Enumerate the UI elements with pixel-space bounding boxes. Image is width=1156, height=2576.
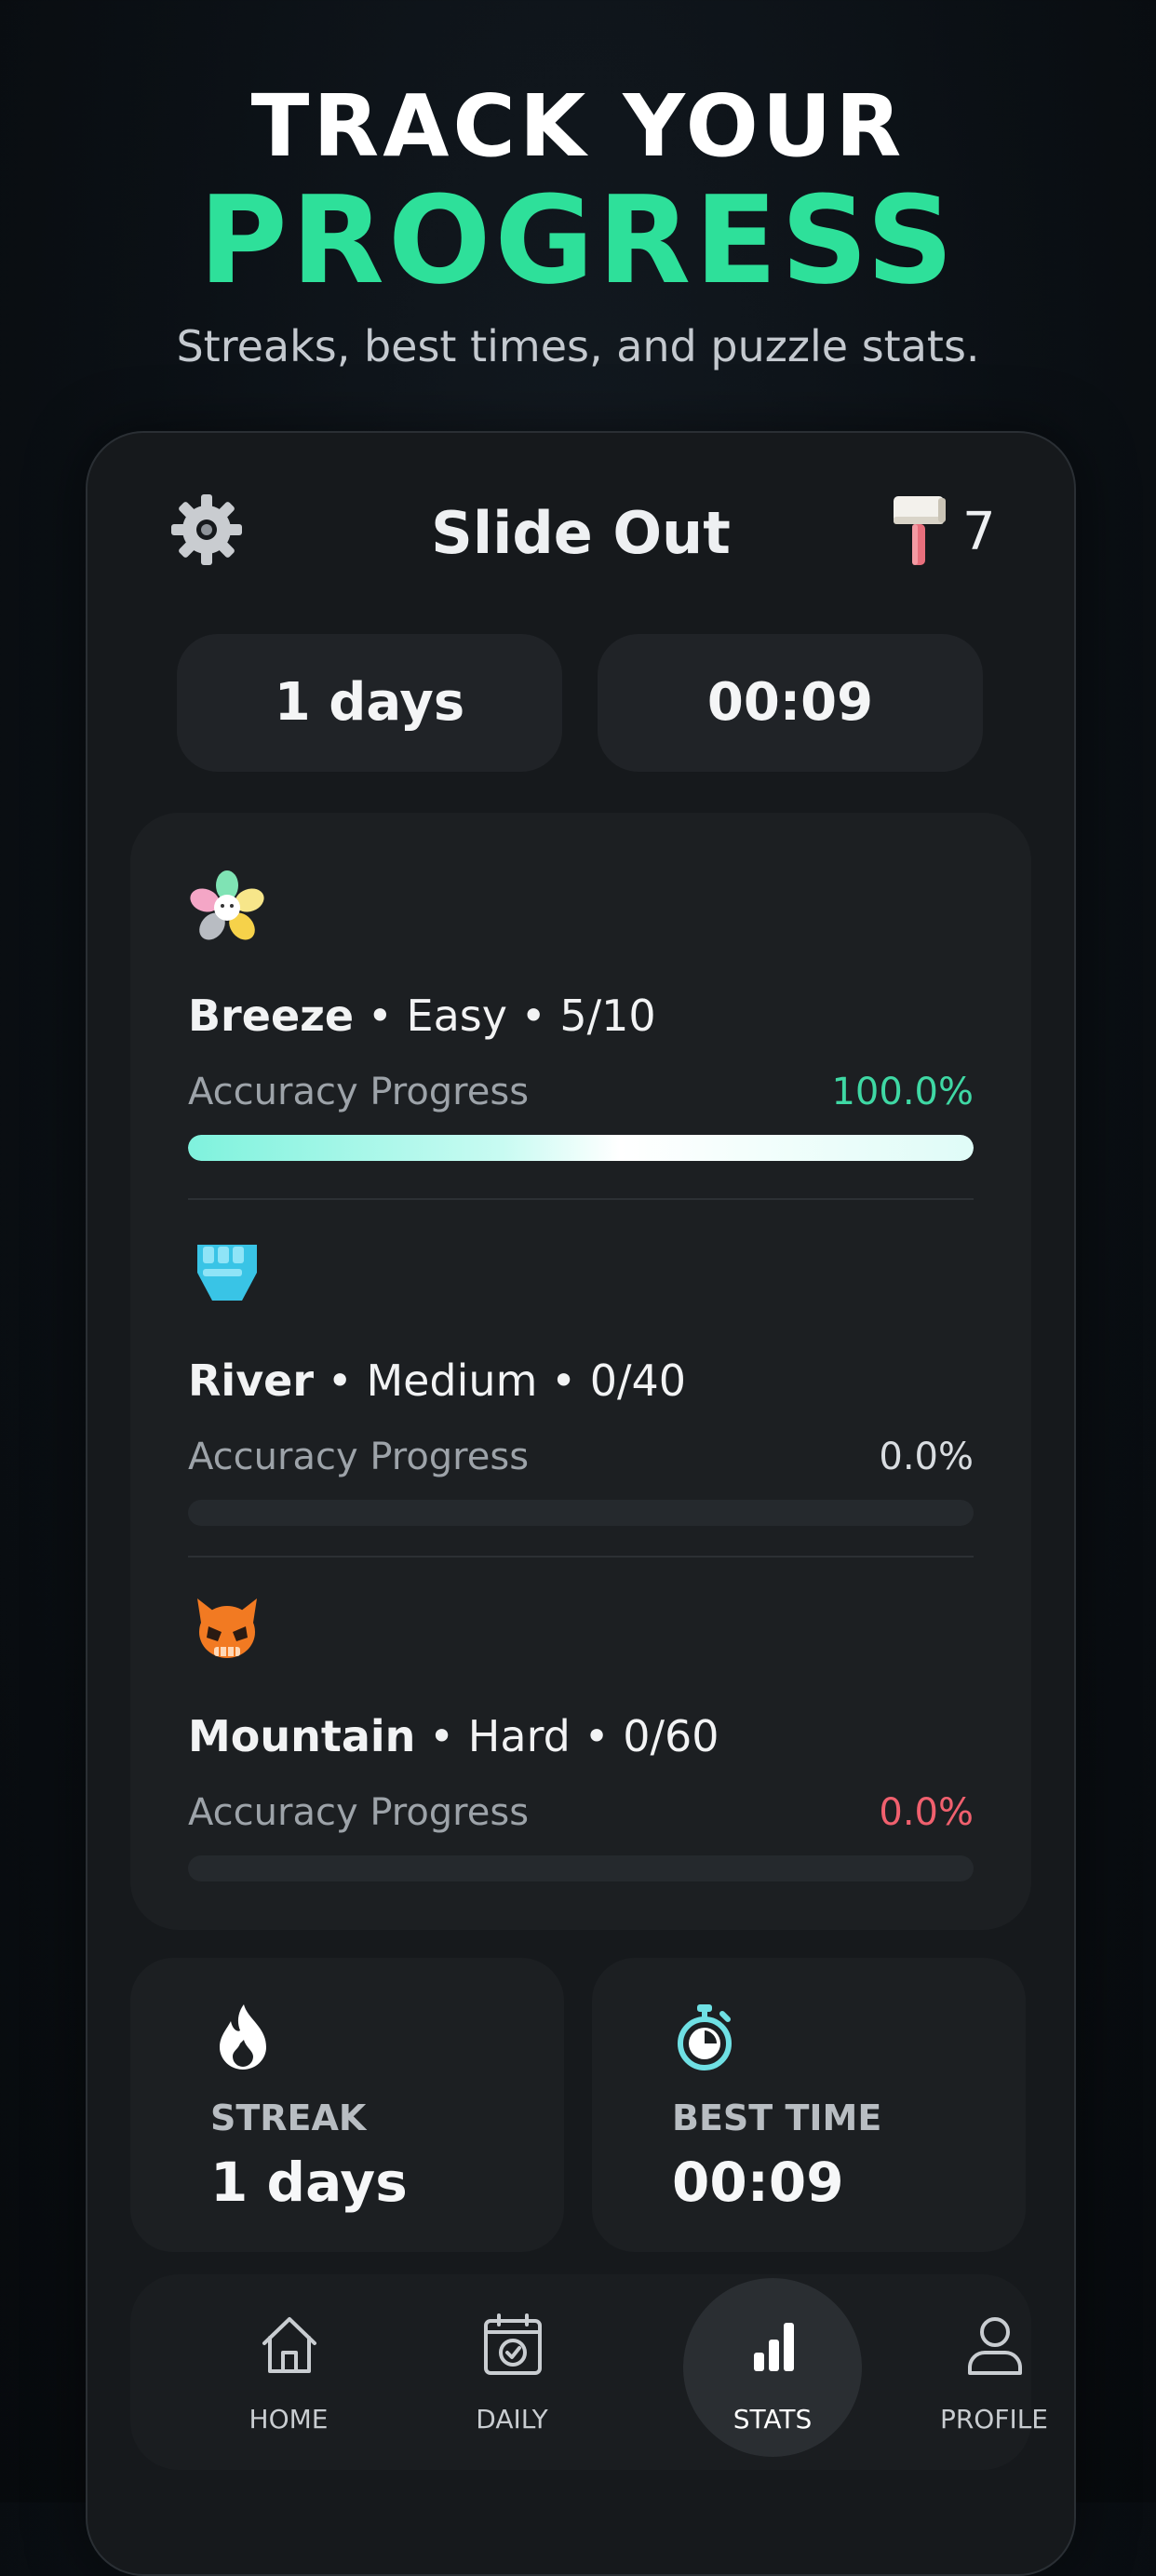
bar-chart-icon xyxy=(754,2323,794,2371)
divider xyxy=(188,1198,974,1200)
nav-label: PROFILE xyxy=(939,2404,1049,2434)
accuracy-label: Accuracy Progress xyxy=(188,1436,530,1478)
calendar-check-icon xyxy=(484,2313,542,2375)
home-icon xyxy=(262,2317,316,2373)
user-icon xyxy=(968,2317,1022,2375)
best-time-value: 00:09 xyxy=(672,2151,844,2214)
nav-label: STATS xyxy=(733,2404,813,2434)
streak-pill: 1 days xyxy=(177,634,562,772)
nav-daily[interactable]: DAILY xyxy=(419,2274,605,2470)
best-time-card: BEST TIME 00:09 xyxy=(592,1958,1026,2252)
nav-label: DAILY xyxy=(476,2404,548,2434)
accuracy-value: 0.0% xyxy=(879,1791,974,1834)
time-pill: 00:09 xyxy=(598,634,983,772)
accuracy-label: Accuracy Progress xyxy=(188,1071,530,1113)
nav-stats[interactable]: STATS xyxy=(679,2274,866,2470)
top-bar: Slide Out 7 xyxy=(87,433,1074,628)
phone-screen: Slide Out 7 1 days 00:09 Breeze • Easy • xyxy=(86,431,1076,2576)
fist-icon xyxy=(197,1245,257,1301)
streak-label: STREAK xyxy=(210,2097,367,2138)
accuracy-value: 100.0% xyxy=(831,1071,974,1113)
best-time-label: BEST TIME xyxy=(672,2097,882,2138)
accuracy-progress-bar xyxy=(188,1500,974,1526)
level-title: Mountain • Hard • 0/60 xyxy=(188,1711,719,1761)
flower-icon xyxy=(190,870,264,940)
streak-card: STREAK 1 days xyxy=(130,1958,564,2252)
bottom-nav: HOME DAILY STATS PROFILE xyxy=(130,2274,1048,2470)
accuracy-progress-bar xyxy=(188,1135,974,1161)
level-title: River • Medium • 0/40 xyxy=(188,1355,687,1406)
hero-title-line1: TRACK YOUR xyxy=(250,76,906,176)
skull-icon xyxy=(197,1598,257,1658)
nav-label: HOME xyxy=(249,2404,329,2434)
divider xyxy=(188,1556,974,1558)
hero-subtitle: Streaks, best times, and puzzle stats. xyxy=(176,321,980,371)
nav-profile[interactable]: PROFILE xyxy=(901,2274,1087,2470)
streak-value: 1 days xyxy=(210,2151,408,2214)
level-title: Breeze • Easy • 5/10 xyxy=(188,991,656,1041)
accuracy-label: Accuracy Progress xyxy=(188,1791,530,1834)
flame-icon xyxy=(220,2004,266,2070)
accuracy-progress-bar xyxy=(188,1855,974,1881)
nav-home[interactable]: HOME xyxy=(195,2274,382,2470)
hammer-count: 7 xyxy=(962,502,996,562)
accuracy-value: 0.0% xyxy=(879,1436,974,1478)
accuracy-progress-fill xyxy=(188,1135,974,1161)
hero-title-line2: PROGRESS xyxy=(198,169,958,311)
stopwatch-icon xyxy=(678,2004,732,2070)
hammer-icon[interactable] xyxy=(886,491,953,569)
levels-card: Breeze • Easy • 5/10 Accuracy Progress 1… xyxy=(130,813,1031,1930)
